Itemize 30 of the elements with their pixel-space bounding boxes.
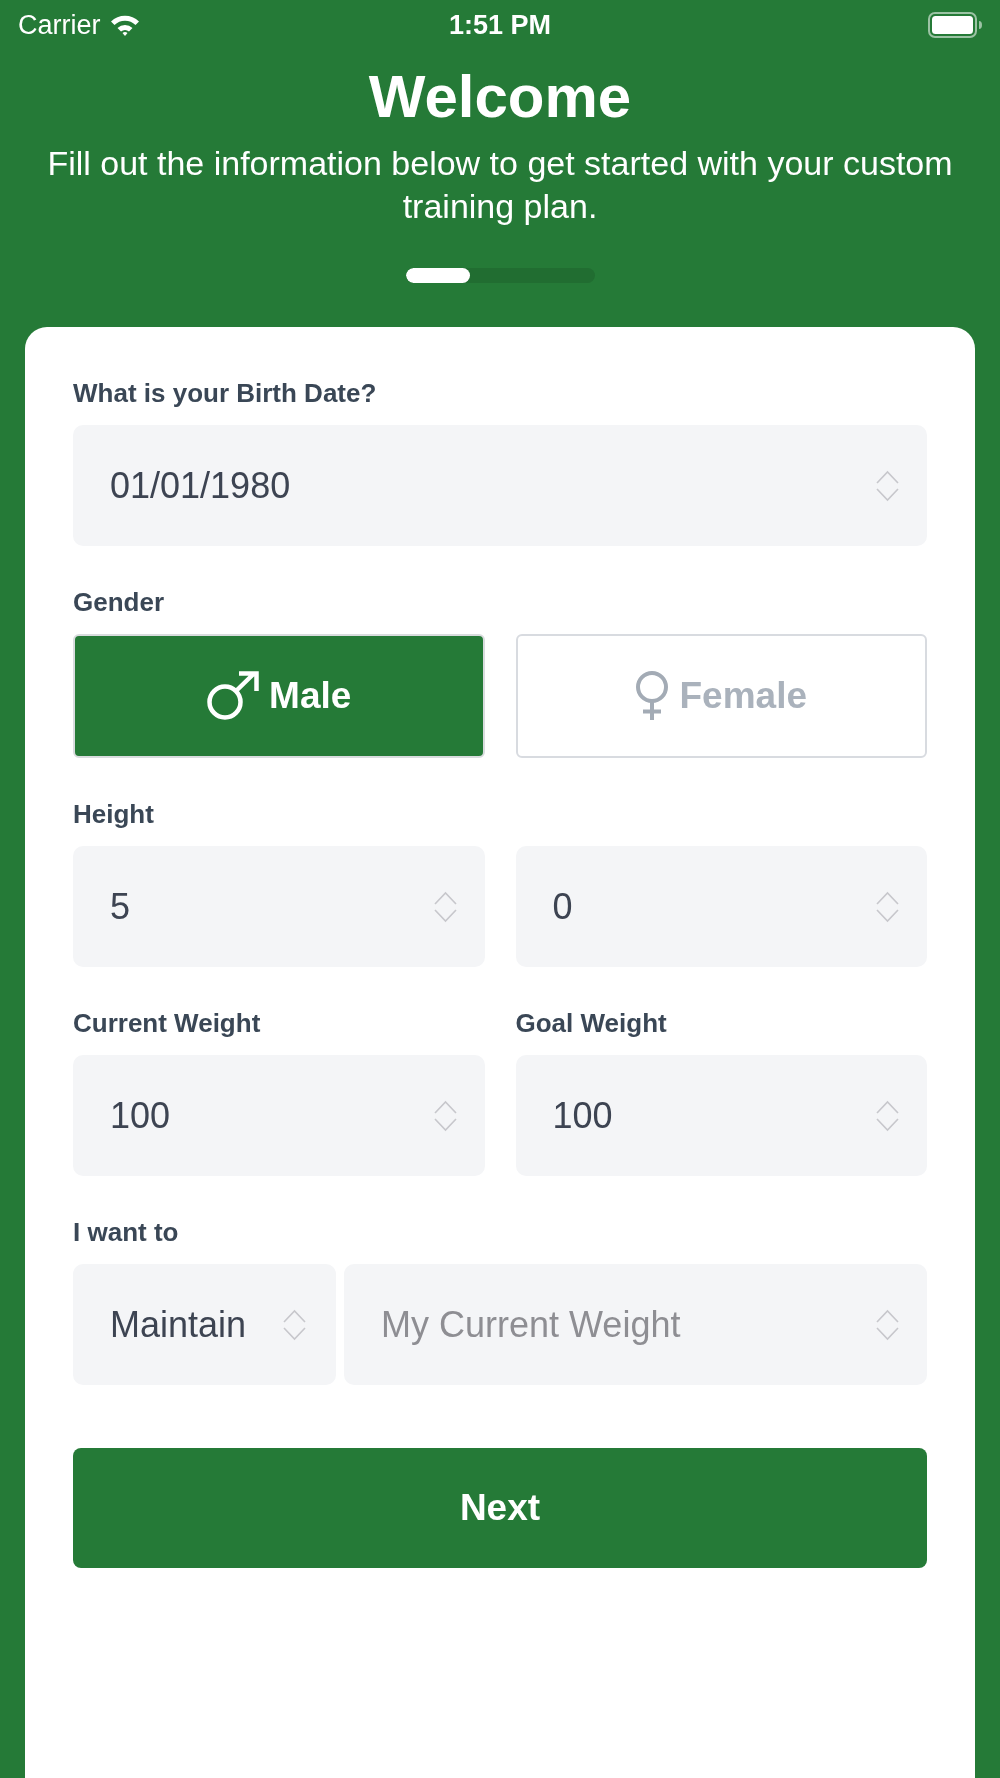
height-picker[interactable]: 0 (515, 846, 927, 967)
gender-option[interactable]: Male (73, 634, 485, 758)
carrier-label: Carrier (18, 11, 101, 39)
weight-picker[interactable]: 100 (73, 1055, 485, 1176)
date-picker[interactable]: 01/01/1980 (73, 425, 927, 546)
up-down-chevron-icon (876, 469, 899, 502)
goal-picker[interactable]: My Current Weight (344, 1264, 927, 1385)
next-button[interactable]: Next (73, 1448, 927, 1568)
up-down-chevron-icon (876, 1308, 899, 1341)
wifi-icon (108, 13, 141, 37)
field-label: What is your Birth Date? (73, 377, 377, 409)
battery-icon (928, 12, 982, 38)
intro-text: Fill out the information below to get started with your custom training plan. (46, 143, 954, 227)
up-down-chevron-icon (283, 1308, 306, 1341)
up-down-chevron-icon (876, 1099, 899, 1132)
up-down-chevron-icon (433, 890, 457, 923)
field-label: I want to (73, 1216, 179, 1248)
weight-picker[interactable]: 100 (515, 1055, 927, 1176)
male-symbol-icon (206, 671, 260, 721)
field-label: Height (73, 798, 154, 830)
height-picker[interactable]: 5 (73, 846, 485, 967)
field-label: Goal Weight (515, 1007, 667, 1039)
welcome-title: Welcome (367, 64, 633, 130)
up-down-chevron-icon (876, 890, 899, 923)
up-down-chevron-icon (433, 1099, 457, 1132)
clock-time: 1:51 PM (448, 11, 551, 39)
field-label: Gender (73, 586, 165, 618)
female-symbol-icon (635, 671, 670, 721)
goal-picker[interactable]: Maintain (73, 1264, 336, 1385)
field-label: Current Weight (73, 1007, 261, 1039)
